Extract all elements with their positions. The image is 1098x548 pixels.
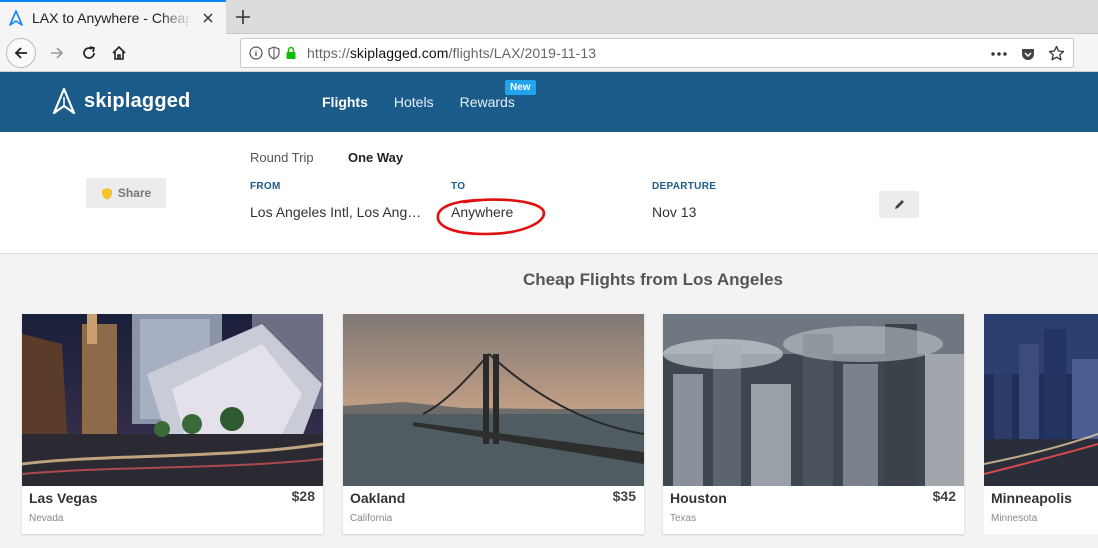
forward-button[interactable] <box>42 38 72 68</box>
minneapolis-skyline-photo <box>984 314 1098 486</box>
main-nav: Flights Hotels Rewards <box>322 94 515 110</box>
search-panel: Share Round Trip One Way FROM Los Angele… <box>0 132 1098 254</box>
pencil-icon <box>894 200 904 209</box>
destination-card-minneapolis[interactable]: Minneapolis Minnesota <box>984 314 1098 534</box>
lock-icon[interactable] <box>285 46 297 60</box>
nav-rewards[interactable]: Rewards <box>460 94 515 110</box>
home-button[interactable] <box>104 38 134 68</box>
card-city: Las Vegas <box>29 490 98 506</box>
shield-icon[interactable] <box>268 46 280 60</box>
skiplagged-favicon-icon <box>9 10 23 26</box>
nav-hotels[interactable]: Hotels <box>394 94 434 110</box>
las-vegas-photo <box>22 314 323 486</box>
card-state: Nevada <box>29 513 64 524</box>
browser-tab-bar: LAX to Anywhere - Cheap Flights <box>0 0 1098 34</box>
card-city: Minneapolis <box>991 490 1072 506</box>
card-price: $28 <box>291 488 315 504</box>
back-button[interactable] <box>6 38 36 68</box>
reload-button[interactable] <box>74 38 104 68</box>
edit-search-button[interactable] <box>879 191 919 218</box>
home-icon <box>112 45 126 60</box>
card-state: California <box>350 513 393 524</box>
nav-flights[interactable]: Flights <box>322 94 368 110</box>
from-label: FROM <box>250 181 281 192</box>
round-trip-option[interactable]: Round Trip <box>250 150 314 165</box>
new-tab-plus-icon[interactable] <box>232 6 254 28</box>
card-state: Minnesota <box>991 513 1038 524</box>
card-price: $42 <box>932 488 956 504</box>
url-bar[interactable]: https://skiplagged.com/flights/LAX/2019-… <box>240 38 1074 68</box>
oakland-bridge-photo <box>343 314 644 486</box>
one-way-option[interactable]: One Way <box>348 150 403 165</box>
close-tab-icon[interactable] <box>200 10 216 26</box>
card-city: Oakland <box>350 490 406 506</box>
to-label: TO <box>451 181 466 192</box>
info-icon[interactable] <box>249 46 263 60</box>
destination-card-las-vegas[interactable]: Las Vegas Nevada $28 <box>22 314 323 534</box>
browser-tab[interactable]: LAX to Anywhere - Cheap Flights <box>0 0 226 34</box>
browser-nav-bar: https://skiplagged.com/flights/LAX/2019-… <box>0 34 1098 72</box>
card-city: Houston <box>670 490 727 506</box>
reload-icon <box>83 46 96 59</box>
url-text: https://skiplagged.com/flights/LAX/2019-… <box>307 45 597 61</box>
section-title: Cheap Flights from Los Angeles <box>522 270 784 289</box>
site-logo[interactable]: skiplagged <box>52 87 190 115</box>
tab-title: LAX to Anywhere - Cheap Flights <box>32 10 192 26</box>
shield-badge-icon <box>101 187 112 199</box>
pocket-icon[interactable] <box>1020 46 1036 62</box>
site-header: skiplagged Flights Hotels Rewards New <box>0 72 1098 132</box>
red-circle-annotation <box>436 198 546 236</box>
share-label: Share <box>117 186 152 200</box>
skiplagged-logo-icon <box>52 87 76 115</box>
new-badge: New <box>505 80 536 95</box>
departure-field[interactable]: Nov 13 <box>652 204 696 220</box>
departure-label: DEPARTURE <box>652 181 717 192</box>
from-field[interactable]: Los Angeles Intl, Los Angeles <box>250 204 428 220</box>
arrow-left-icon <box>14 47 27 59</box>
logo-text: skiplagged <box>84 89 191 112</box>
card-state: Texas <box>670 513 697 524</box>
houston-skyline-photo <box>663 314 964 486</box>
card-price: $35 <box>612 488 636 504</box>
bookmark-star-icon[interactable] <box>1048 45 1065 62</box>
destination-card-oakland[interactable]: Oakland California $35 <box>343 314 644 534</box>
destination-card-houston[interactable]: Houston Texas $42 <box>663 314 964 534</box>
more-actions-icon[interactable] <box>990 51 1008 57</box>
arrow-right-icon <box>51 47 64 59</box>
share-button[interactable]: Share <box>86 178 166 208</box>
